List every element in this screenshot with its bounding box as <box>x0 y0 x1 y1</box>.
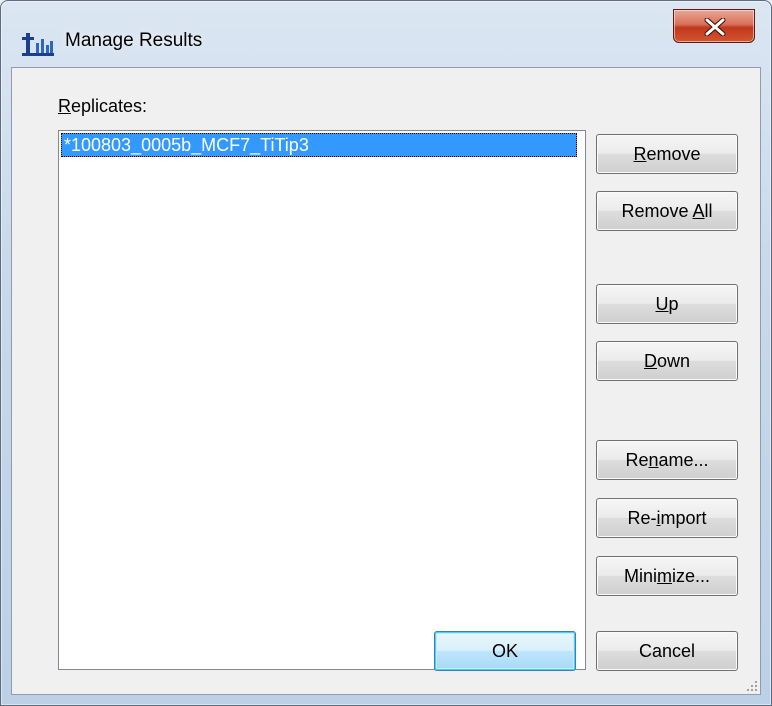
replicates-label: Replicates: <box>58 96 148 116</box>
mnemonic: R <box>58 96 71 116</box>
ok-button[interactable]: OK <box>434 631 576 671</box>
up-button[interactable]: Up <box>596 284 738 324</box>
close-button[interactable] <box>673 9 755 43</box>
reimport-button[interactable]: Re-import <box>596 498 738 538</box>
remove-button[interactable]: Remove <box>596 134 738 174</box>
skyline-app-icon <box>22 33 54 56</box>
manage-results-dialog: Manage Results Replicates: *100803_0005b… <box>0 0 772 706</box>
remove-all-button[interactable]: Remove All <box>596 191 738 231</box>
list-item[interactable]: *100803_0005b_MCF7_TiTip3 <box>61 133 577 157</box>
cancel-button[interactable]: Cancel <box>596 631 738 671</box>
dialog-body: Replicates: *100803_0005b_MCF7_TiTip3 Re… <box>11 67 761 695</box>
down-button[interactable]: Down <box>596 341 738 381</box>
resize-grip-icon[interactable] <box>744 678 758 692</box>
replicates-list[interactable]: *100803_0005b_MCF7_TiTip3 <box>58 130 586 670</box>
close-icon <box>704 18 726 36</box>
rename-button[interactable]: Rename... <box>596 440 738 480</box>
title-bar[interactable]: Manage Results <box>1 1 771 67</box>
window-title: Manage Results <box>65 30 203 51</box>
minimize-button[interactable]: Minimize... <box>596 556 738 596</box>
